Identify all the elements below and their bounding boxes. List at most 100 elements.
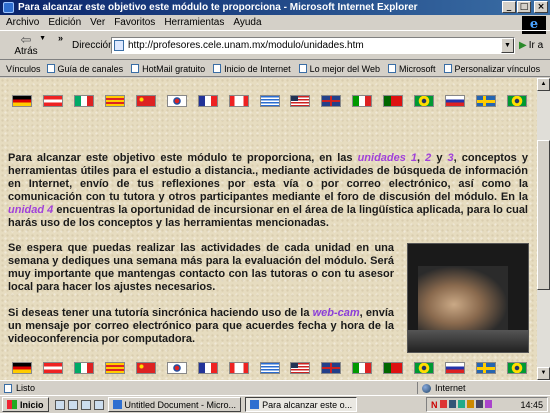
usa-flag-icon [290,95,311,107]
menu-bar: Archivo Edición Ver Favoritos Herramient… [0,15,550,30]
intro-paragraph: Para alcanzar este objetivo este módulo … [8,152,528,230]
canada-flag-icon [228,95,249,107]
quick-launch [54,399,104,410]
status-bar: Listo Internet [0,380,550,394]
china-flag-icon [135,95,156,107]
sweden-flag-icon [476,362,497,374]
flag-row-top [12,95,527,107]
link-label: Microsoft [399,63,436,74]
unidad-1-link[interactable]: unidades 1 [358,152,417,164]
link-page-icon [443,64,452,73]
tray-network-icon[interactable] [448,399,456,408]
back-label: Atrás [14,46,38,57]
scroll-thumb[interactable] [537,140,550,290]
tutoring-paragraph: Si deseas tener una tutoría sincrónica h… [8,307,394,346]
main-content: Para alcanzar este objetivo este módulo … [8,152,529,353]
mexico-flag-icon [73,362,94,374]
menu-favoritos[interactable]: Favoritos [114,17,155,28]
greece-flag-icon [259,362,280,374]
austria-flag-icon [42,95,63,107]
address-input[interactable]: http://profesores.cele.unam.mx/modulo/un… [111,37,515,54]
china-flag-icon [135,362,156,374]
start-button[interactable]: Inicio [2,397,49,412]
menu-ver[interactable]: Ver [90,17,105,28]
text-segment: Para alcanzar este objetivo este módulo … [8,152,358,164]
window-titlebar[interactable]: Para alcanzar este objetivo este módulo … [0,0,550,15]
link-lo-mejor[interactable]: Lo mejor del Web [298,63,381,74]
minimize-button[interactable]: _ [502,1,516,13]
start-label: Inicio [20,399,44,410]
sweden-flag-icon [476,95,497,107]
task-para-alcanzar[interactable]: Para alcanzar este o... [245,397,358,412]
south-korea-flag-icon [166,362,187,374]
document-icon [4,383,12,393]
links-bar: Vínculos Guía de canales HotMail gratuit… [0,61,550,77]
web-cam-link[interactable]: web-cam [313,307,360,319]
task-label: Para alcanzar este o... [262,399,353,410]
tray-app-icon[interactable] [484,399,492,408]
desktop-quicklaunch-icon[interactable] [80,399,91,410]
russia-flag-icon [445,362,466,374]
link-inicio-internet[interactable]: Inicio de Internet [213,64,291,74]
security-zone: Internet [435,383,466,393]
link-hotmail[interactable]: HotMail gratuito [131,64,205,74]
tray-volume-icon[interactable] [475,399,483,408]
ie-quicklaunch-icon[interactable] [54,399,65,410]
toolbar-chevron-icon[interactable]: » [58,33,63,43]
menu-edicion[interactable]: Edición [48,17,81,28]
link-label: Lo mejor del Web [309,63,381,74]
link-page-icon [46,64,55,73]
go-label: Ir a [528,40,544,51]
back-button[interactable]: ⇦ Atrás ▼ [6,33,46,59]
address-toolbar: ⇦ Atrás ▼ » Dirección http://profesores.… [0,30,550,60]
go-button[interactable]: ▶ Ir a [519,40,543,51]
typing-hands-image [407,243,529,353]
ie-window-icon [3,2,14,13]
brazil-flag-icon [507,95,527,107]
france-flag-icon [197,362,218,374]
tray-n-icon[interactable]: N [431,400,438,410]
italy-flag-icon [352,362,373,374]
vertical-scrollbar[interactable]: ▲ ▼ [537,78,550,380]
text-segment: y [431,152,448,164]
tray-app-icon[interactable] [439,399,447,408]
link-personalizar[interactable]: Personalizar vínculos [443,63,541,74]
close-button[interactable]: × [534,1,548,13]
channels-quicklaunch-icon[interactable] [93,399,104,410]
link-label: Guía de canales [57,63,124,74]
link-microsoft[interactable]: Microsoft [388,64,436,74]
address-dropdown-icon[interactable]: ▼ [501,38,514,53]
status-text: Listo [16,383,36,393]
brazil-flag-icon [507,362,527,374]
link-label: Personalizar vínculos [454,63,541,74]
outlook-quicklaunch-icon[interactable] [67,399,78,410]
unidad-4-link[interactable]: unidad 4 [8,204,53,216]
text-segment: Si deseas tener una tutoría sincrónica h… [8,307,313,319]
italy-flag-icon [352,95,373,107]
system-tray: N 14:45 [426,397,548,412]
menu-ayuda[interactable]: Ayuda [233,17,261,28]
taskbar: Inicio Untitled Document - Micro... Para… [0,395,550,413]
scroll-up-icon[interactable]: ▲ [537,78,550,91]
tray-app-icon[interactable] [457,399,465,408]
links-label: Vínculos [6,63,41,74]
tray-app-icon[interactable] [466,399,474,408]
link-page-icon [298,64,307,73]
germany-flag-icon [12,95,32,107]
address-label: Dirección [72,40,114,51]
canada-flag-icon [228,362,249,374]
page-viewport: Para alcanzar este objetivo este módulo … [0,78,537,380]
task-untitled-document[interactable]: Untitled Document - Micro... [107,397,242,412]
menu-herramientas[interactable]: Herramientas [164,17,224,28]
link-guia-canales[interactable]: Guía de canales [46,63,124,74]
menu-archivo[interactable]: Archivo [6,17,39,28]
russia-flag-icon [445,95,466,107]
link-page-icon [213,64,222,73]
text-segment: encuentras la oportunidad de incursionar… [8,204,528,229]
flag-row-bottom [12,362,527,374]
catalonia-flag-icon [104,362,125,374]
maximize-button[interactable]: □ [517,1,531,13]
scroll-down-icon[interactable]: ▼ [537,367,550,380]
france-flag-icon [197,95,218,107]
back-dropdown-icon[interactable]: ▼ [39,35,46,42]
